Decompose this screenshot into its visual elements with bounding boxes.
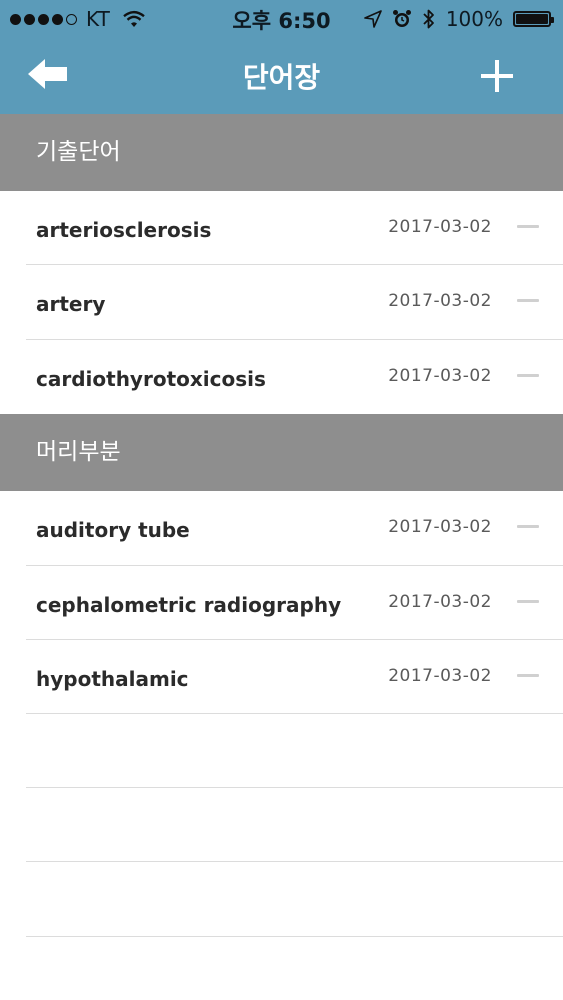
word-row[interactable]: artery 2017-03-02	[0, 265, 563, 339]
alarm-clock-icon	[392, 10, 411, 27]
minus-icon	[517, 600, 539, 603]
row-divider	[26, 861, 563, 862]
word-term: hypothalamic	[36, 667, 189, 691]
word-term: arteriosclerosis	[36, 218, 212, 242]
row-divider	[26, 713, 563, 714]
minus-icon	[517, 225, 539, 228]
row-divider	[26, 936, 563, 937]
remove-button[interactable]	[507, 660, 549, 692]
word-term: cephalometric radiography	[36, 593, 342, 617]
remove-button[interactable]	[507, 360, 549, 392]
minus-icon	[517, 299, 539, 302]
remove-button[interactable]	[507, 586, 549, 618]
word-date: 2017-03-02	[388, 217, 492, 237]
section-header: 기출단어	[0, 114, 563, 191]
word-row[interactable]: auditory tube 2017-03-02	[0, 491, 563, 565]
word-date: 2017-03-02	[388, 517, 492, 537]
word-row[interactable]: cephalometric radiography 2017-03-02	[0, 566, 563, 640]
status-bar-right: 100%	[354, 6, 554, 32]
remove-button[interactable]	[507, 511, 549, 543]
status-bar: KT 오후 6:50 100%	[0, 0, 563, 38]
word-term: cardiothyrotoxicosis	[36, 367, 266, 391]
location-arrow-icon	[364, 10, 382, 28]
word-date: 2017-03-02	[388, 291, 492, 311]
word-row[interactable]: cardiothyrotoxicosis 2017-03-02	[0, 340, 563, 414]
minus-icon	[517, 374, 539, 377]
word-term: artery	[36, 292, 106, 316]
battery-icon	[513, 11, 554, 27]
remove-button[interactable]	[507, 211, 549, 243]
battery-percent: 100%	[445, 7, 503, 31]
remove-button[interactable]	[507, 285, 549, 317]
navigation-bar: 단어장	[0, 38, 563, 114]
word-row[interactable]: arteriosclerosis 2017-03-02	[0, 191, 563, 265]
plus-icon	[481, 60, 513, 92]
row-divider	[26, 787, 563, 788]
minus-icon	[517, 674, 539, 677]
word-date: 2017-03-02	[388, 592, 492, 612]
section-header: 머리부분	[0, 414, 563, 491]
word-row[interactable]: hypothalamic 2017-03-02	[0, 640, 563, 714]
add-word-button[interactable]	[479, 58, 515, 94]
bluetooth-icon	[423, 9, 434, 29]
word-date: 2017-03-02	[388, 666, 492, 686]
minus-icon	[517, 525, 539, 528]
word-term: auditory tube	[36, 518, 190, 542]
word-date: 2017-03-02	[388, 366, 492, 386]
app-header: KT 오후 6:50 100% 단어장	[0, 0, 563, 114]
